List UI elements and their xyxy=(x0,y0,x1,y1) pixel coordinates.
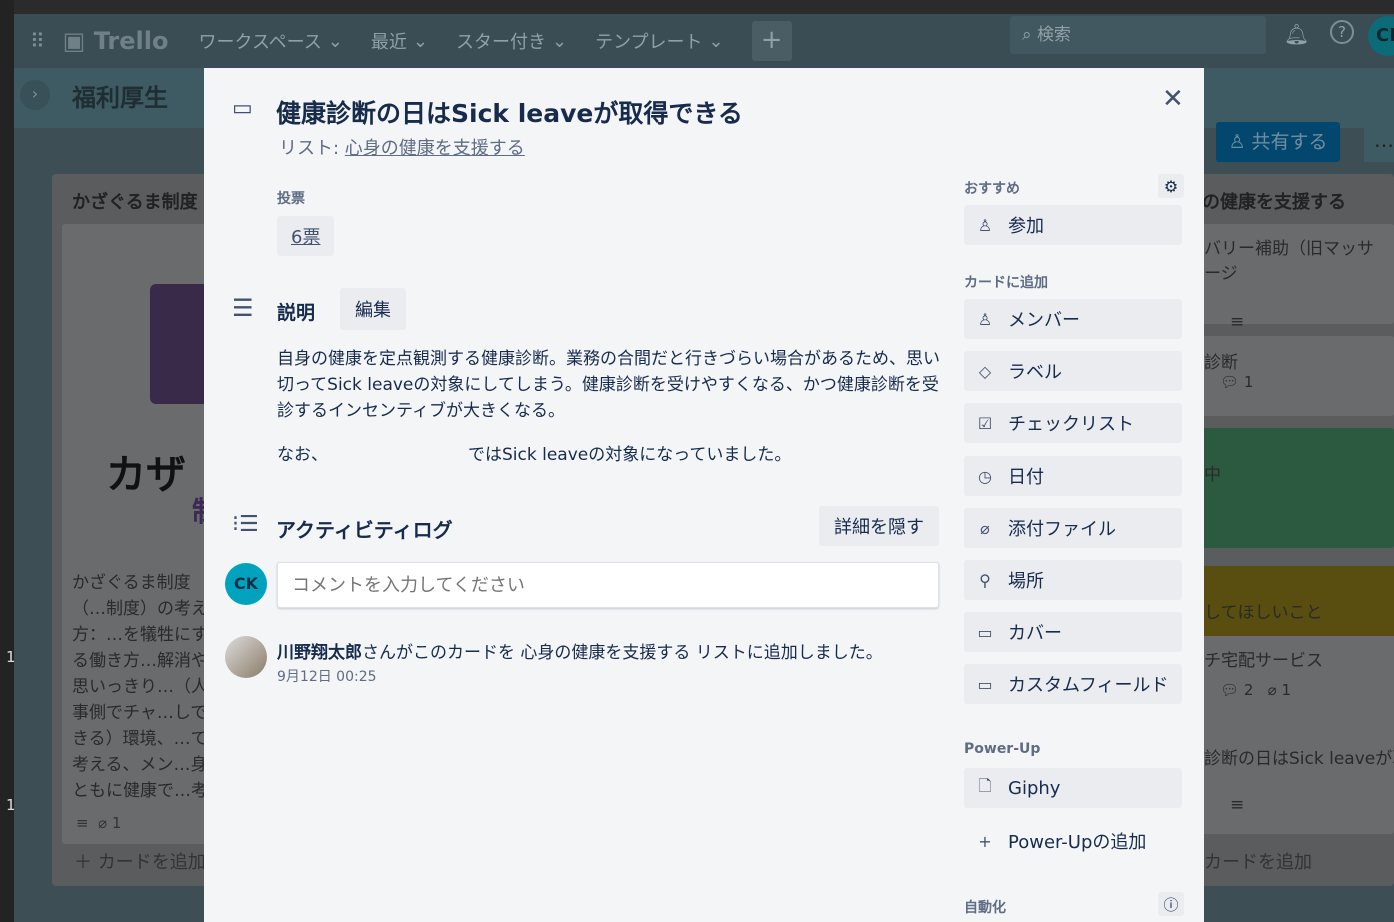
checklist-button[interactable]: ☑ チェックリスト xyxy=(964,403,1182,443)
description-icon: ☰ xyxy=(232,294,254,322)
activity-user[interactable]: 川野翔太郎 xyxy=(277,643,362,663)
edit-description-button[interactable]: 編集 xyxy=(340,288,406,330)
votes-button[interactable]: 6票 xyxy=(277,216,335,256)
user-avatar-photo xyxy=(225,636,267,678)
activity-icon: ⁝☰ xyxy=(232,512,259,537)
cover-logo-text: カザ xyxy=(106,452,186,498)
settings-gear-icon[interactable]: ⚙ xyxy=(1158,174,1184,198)
help-icon[interactable]: ? xyxy=(1330,20,1354,44)
description-heading: 説明 xyxy=(277,302,316,324)
list-card[interactable]: 中 xyxy=(1190,428,1394,548)
plus-icon: + xyxy=(978,831,992,851)
custom-field-icon: ▭ xyxy=(977,674,993,694)
votes-label: 投票 xyxy=(277,191,305,207)
labels-button[interactable]: ◇ ラベル xyxy=(964,351,1182,391)
paperclip-icon: ⌀ xyxy=(980,518,990,538)
trello-logo[interactable]: ▣ Trello xyxy=(63,27,169,55)
join-button[interactable]: ♙ 参加 xyxy=(964,205,1182,245)
list-link[interactable]: 心身の健康を支援する xyxy=(345,138,525,159)
nav-workspaces[interactable]: ワークスペース ⌄ xyxy=(198,28,342,54)
user-avatar[interactable]: CK xyxy=(1368,16,1394,56)
clock-icon: ◷ xyxy=(978,466,992,486)
giphy-button[interactable]: 🗋 Giphy xyxy=(964,768,1182,808)
automation-heading: 自動化 xyxy=(964,900,1006,916)
activity-entry: 川野翔太郎さんがこのカードを 心身の健康を支援する リストに追加しました。 xyxy=(277,643,883,663)
close-icon[interactable]: ✕ xyxy=(1162,84,1184,114)
card-list-info: リスト: 心身の健康を支援する xyxy=(279,138,525,159)
card-cover-image xyxy=(150,284,210,404)
activity-heading: アクティビティログ xyxy=(276,518,453,542)
add-to-card-heading: カードに追加 xyxy=(964,275,1048,291)
add-powerup-button[interactable]: + Power-Upの追加 xyxy=(964,821,1182,861)
nav-starred[interactable]: スター付き ⌄ xyxy=(456,28,567,54)
card-detail-modal: ▭ 健康診断の日はSick leaveが取得できる リスト: 心身の健康を支援す… xyxy=(204,68,1204,922)
add-card-button[interactable]: カードを追加 xyxy=(1204,848,1312,874)
document-icon: 🗋 xyxy=(978,775,992,795)
activity-timestamp[interactable]: 9月12日 00:25 xyxy=(277,666,377,686)
board-title[interactable]: 福利厚生 xyxy=(72,78,168,113)
add-card-button[interactable]: ＋ カードを追加 xyxy=(74,848,206,874)
list-title[interactable]: の健康を支援する xyxy=(1202,188,1346,214)
board-menu-button[interactable]: … xyxy=(1364,122,1394,162)
list-card[interactable]: してほしいこと チ宅配サービス 💬︎ 2 ⌀ 1 xyxy=(1190,566,1394,762)
share-button[interactable]: ♙ 共有する xyxy=(1216,122,1340,162)
person-icon: ♙ xyxy=(977,309,993,329)
person-icon: ♙ xyxy=(977,215,993,235)
hide-details-button[interactable]: 詳細を隠す xyxy=(819,506,939,546)
card-badges: ≡ ⌀ 1 xyxy=(76,814,122,832)
left-edge: 1 1 xyxy=(0,0,16,922)
nav-recent[interactable]: 最近 ⌄ xyxy=(371,28,428,54)
checklist-icon: ☑ xyxy=(977,413,993,433)
list-card[interactable]: カザ 制 かざぐるま制度（…制度）の考え方：…を犠牲にする働き方…解消や思いっき… xyxy=(62,224,222,844)
list-kazaguruma: かざぐるま制度 カザ 制 かざぐるま制度（…制度）の考え方：…を犠牲にする働き方… xyxy=(52,174,222,886)
info-icon[interactable]: ⓘ xyxy=(1158,892,1184,916)
location-button[interactable]: ⚲ 場所 xyxy=(964,560,1182,600)
expand-sidebar-button[interactable]: › xyxy=(20,80,50,110)
card-text: かざぐるま制度（…制度）の考え方：…を犠牲にする働き方…解消や思いっきり…（人事… xyxy=(72,573,209,801)
nav-templates[interactable]: テンプレート ⌄ xyxy=(595,28,724,54)
attachment-button[interactable]: ⌀ 添付ファイル xyxy=(964,508,1182,548)
location-pin-icon: ⚲ xyxy=(979,570,991,590)
dates-button[interactable]: ◷ 日付 xyxy=(964,456,1182,496)
notifications-icon[interactable]: 🔔︎ xyxy=(1284,22,1309,46)
comment-input[interactable] xyxy=(277,562,939,608)
label-icon: ◇ xyxy=(978,361,992,381)
card-title[interactable]: 健康診断の日はSick leaveが取得できる xyxy=(276,94,743,130)
create-button[interactable]: + xyxy=(751,21,792,61)
list-card[interactable]: 診断の日はSick leaveが取 ≡ xyxy=(1190,734,1394,834)
custom-fields-button[interactable]: ▭ カスタムフィールド xyxy=(964,664,1182,704)
cover-icon: ▭ xyxy=(977,622,993,642)
search-input[interactable]: ⌕ 検索 xyxy=(1010,16,1266,54)
apps-icon[interactable]: ⠿ xyxy=(30,29,45,53)
list-card[interactable]: バリー補助（旧マッサージ ≡ xyxy=(1190,224,1394,332)
list-card[interactable]: 診断 💬︎ 1 xyxy=(1190,336,1394,416)
suggested-heading: おすすめ xyxy=(964,181,1020,197)
list-health: の健康を支援する バリー補助（旧マッサージ ≡ 診断 💬︎ 1 中 してほしいこと … xyxy=(1190,174,1394,886)
description-text: 自身の健康を定点観測する健康診断。業務の合間だと行きづらい場合があるため、思い切… xyxy=(277,349,940,421)
cover-button[interactable]: ▭ カバー xyxy=(964,612,1182,652)
card-icon: ▭ xyxy=(232,96,253,121)
search-icon: ⌕ xyxy=(1022,25,1032,45)
list-title[interactable]: かざぐるま制度 xyxy=(72,188,198,214)
user-avatar: CK xyxy=(225,563,267,605)
powerup-heading: Power-Up xyxy=(964,741,1041,757)
members-button[interactable]: ♙ メンバー xyxy=(964,299,1182,339)
description-note: なお、 ではSick leaveの対象になっていました。 xyxy=(277,445,792,465)
top-navigation: ⠿ ▣ Trello ワークスペース ⌄ 最近 ⌄ スター付き ⌄ テンプレート ⌄ +… xyxy=(14,0,1394,68)
